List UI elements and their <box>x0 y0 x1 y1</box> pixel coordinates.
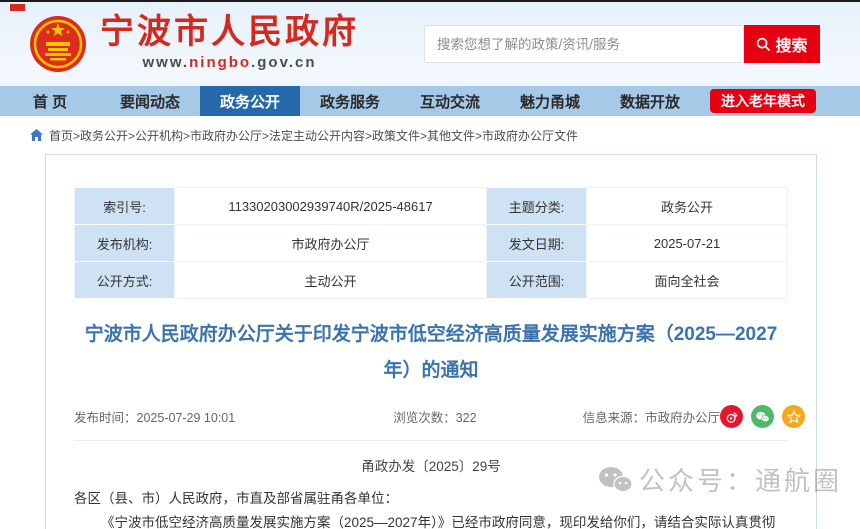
nav-item-home[interactable]: 首 页 <box>0 86 100 116</box>
search-icon <box>756 37 771 52</box>
info-source: 信息来源：市政府办公厅 <box>583 407 721 426</box>
doc-info-label: 公开方式: <box>75 262 175 299</box>
site-title: 宁波市人民政府 <box>100 14 359 51</box>
doc-info-value: 政务公开 <box>587 188 788 225</box>
table-row: 索引号: 11330203002939740R/2025-48617 主题分类:… <box>75 188 788 225</box>
doc-info-label: 主题分类: <box>487 188 587 225</box>
nav-item-open-data[interactable]: 数据开放 <box>600 86 700 116</box>
site-header: 宁波市人民政府 www.ningbo.gov.cn 搜索 <box>0 0 860 86</box>
doc-number: 甬政办发〔2025〕29号 <box>74 455 788 475</box>
doc-info-value: 主动公开 <box>175 262 487 299</box>
doc-info-label: 索引号: <box>75 188 175 225</box>
search-button-label: 搜索 <box>775 32 807 56</box>
paragraph: 《宁波市低空经济高质量发展实施方案（2025—2027年）》已经市政府同意，现印… <box>74 511 788 529</box>
main-nav: 首 页 要闻动态 政务公开 政务服务 互动交流 魅力甬城 数据开放 进入老年模式 <box>0 86 860 116</box>
share-buttons <box>720 405 805 428</box>
nav-item-gov-services[interactable]: 政务服务 <box>300 86 400 116</box>
table-row: 公开方式: 主动公开 公开范围: 面向全社会 <box>75 262 788 299</box>
paragraph: 各区（县、市）人民政府，市直及部省属驻甬各单位： <box>74 487 788 511</box>
site-identity: 宁波市人民政府 www.ningbo.gov.cn <box>100 14 359 71</box>
nav-item-gov-disclosure[interactable]: 政务公开 <box>200 86 300 116</box>
document-panel: 索引号: 11330203002939740R/2025-48617 主题分类:… <box>45 154 817 529</box>
nav-item-charming-yongcheng[interactable]: 魅力甬城 <box>500 86 600 116</box>
doc-info-value: 2025-07-21 <box>587 225 788 262</box>
search-input[interactable] <box>424 25 744 63</box>
doc-info-label: 发布机构: <box>75 225 175 262</box>
article-meta: 发布时间：2025-07-29 10:01 浏览次数：322 信息来源：市政府办… <box>74 405 788 441</box>
doc-info-table: 索引号: 11330203002939740R/2025-48617 主题分类:… <box>74 187 788 299</box>
doc-info-value: 面向全社会 <box>587 262 788 299</box>
national-emblem-logo[interactable] <box>28 14 88 74</box>
qzone-star-icon[interactable] <box>782 405 805 428</box>
table-row: 发布机构: 市政府办公厅 发文日期: 2025-07-21 <box>75 225 788 262</box>
article-body: 各区（县、市）人民政府，市直及部省属驻甬各单位： 《宁波市低空经济高质量发展实施… <box>74 487 788 529</box>
search-button[interactable]: 搜索 <box>744 25 820 63</box>
corner-red-mark <box>10 4 25 11</box>
nav-item-interaction[interactable]: 互动交流 <box>400 86 500 116</box>
doc-info-label: 发文日期: <box>487 225 587 262</box>
breadcrumb: 首页>政务公开>公开机构>市政府办公厅>法定主动公开内容>政策文件>其他文件>市… <box>0 116 860 154</box>
elder-mode-button[interactable]: 进入老年模式 <box>710 89 816 113</box>
article-title: 宁波市人民政府办公厅关于印发宁波市低空经济高质量发展实施方案（2025—2027… <box>80 317 782 389</box>
publish-time: 发布时间：2025-07-29 10:01 <box>74 407 235 426</box>
search-bar: 搜索 <box>424 25 820 63</box>
nav-item-news[interactable]: 要闻动态 <box>100 86 200 116</box>
site-url: www.ningbo.gov.cn <box>100 54 359 71</box>
weibo-icon[interactable] <box>720 405 743 428</box>
view-count: 浏览次数：322 <box>393 407 476 426</box>
wechat-icon[interactable] <box>751 405 774 428</box>
doc-info-label: 公开范围: <box>487 262 587 299</box>
doc-info-value: 市政府办公厅 <box>175 225 487 262</box>
home-icon[interactable] <box>30 129 43 141</box>
breadcrumb-path[interactable]: 首页>政务公开>公开机构>市政府办公厅>法定主动公开内容>政策文件>其他文件>市… <box>49 127 578 144</box>
doc-info-value: 11330203002939740R/2025-48617 <box>175 188 487 225</box>
